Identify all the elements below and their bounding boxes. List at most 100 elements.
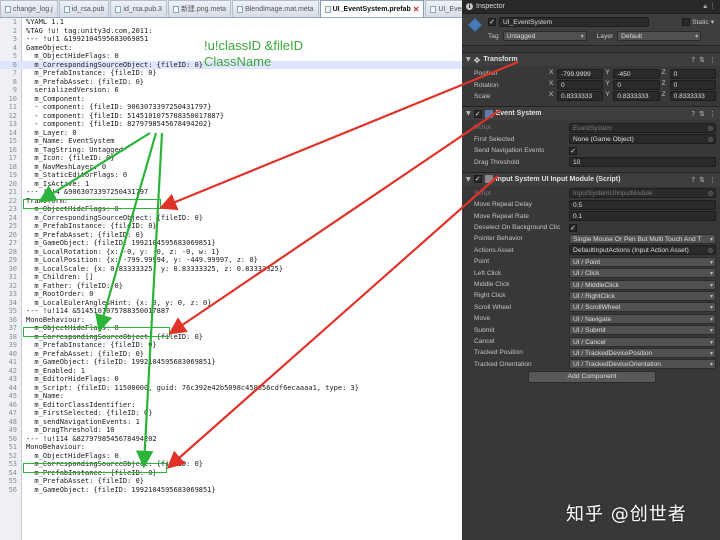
action-reference-dropdown[interactable]: UI / Cancel [569, 336, 716, 347]
editor-content[interactable]: 1 %YAML 1.1 2 %TAG !u! tag:unity3d.com,2011… [0, 18, 462, 494]
script-label: Script [474, 189, 491, 197]
transform-y-field[interactable]: 0 [613, 80, 660, 91]
inspector-tab[interactable]: i Inspector 🔒︎ ⋮ [462, 0, 720, 14]
actions-asset-field[interactable]: DefaultInputActions (Input Action Asset) [569, 245, 716, 256]
axis-label-x: X [549, 80, 554, 88]
repeat-rate-field[interactable]: 0.1 [569, 211, 716, 222]
layer-dropdown[interactable]: Default [617, 31, 702, 41]
line-text: GameObject: [26, 43, 73, 52]
help-icon[interactable]: ? [691, 176, 695, 184]
transform-y-field[interactable]: 0.8333333 [613, 91, 660, 102]
axis-label-x: X [549, 68, 554, 76]
drag-threshold-field[interactable]: 10 [569, 157, 716, 168]
preset-icon[interactable]: ⇅ [699, 56, 705, 64]
transform-x-field[interactable]: 0 [557, 80, 604, 91]
line-number: 49 [8, 426, 17, 434]
event-system-enabled-checkbox[interactable]: ✓ [473, 109, 482, 118]
action-row: Submit UI / Submit [462, 324, 720, 336]
static-checkbox[interactable] [682, 18, 691, 26]
gameobject-active-checkbox[interactable]: ✓ [488, 18, 496, 26]
action-reference-dropdown[interactable]: UI / MiddleClick [569, 279, 716, 290]
repeat-rate-row: Move Repeat Rate 0.1 [462, 211, 720, 222]
deselect-checkbox[interactable]: ✓ [569, 223, 577, 232]
preset-icon[interactable]: ⇅ [699, 176, 705, 184]
action-reference-dropdown[interactable]: UI / RightClick [569, 290, 716, 301]
actions-asset-row: Actions Asset DefaultInputActions (Input… [462, 245, 720, 256]
editor-tab[interactable]: id_rsa.pub.3 [110, 0, 167, 17]
input-module-enabled-checkbox[interactable]: ✓ [473, 175, 482, 184]
file-icon [63, 5, 70, 13]
action-row: Right Click UI / RightClick [462, 290, 720, 301]
line-number: 43 [8, 375, 17, 383]
transform-x-field[interactable]: -799.9999 [557, 68, 604, 79]
close-tab-icon[interactable]: ✕ [413, 1, 420, 18]
transform-z-field[interactable]: 0 [669, 68, 716, 79]
line-text: m_StaticEditorFlags: 0 [26, 171, 128, 179]
action-reference-dropdown[interactable]: UI / Point [569, 256, 716, 267]
line-number: 17 [8, 154, 17, 162]
line-number: 34 [8, 298, 17, 307]
line-text: m_Layer: 0 [26, 128, 77, 137]
code-line: 43 m_EditorHideFlags: 0 [0, 375, 462, 384]
add-component-button[interactable]: Add Component [528, 371, 656, 383]
input-module-component-header[interactable]: ▼ ✓ Input System UI Input Module (Script… [462, 171, 720, 186]
transform-z-field[interactable]: 0 [669, 80, 716, 91]
transform-y-field[interactable]: -450 [613, 68, 660, 79]
text-editor: change_log.j id_rsa.pub id_rsa.pub.3 新建.png… [0, 0, 462, 540]
gameobject-name-field[interactable]: UI_EventSystem [499, 17, 649, 27]
action-reference-dropdown[interactable]: UI / ScrollWheel [569, 302, 716, 313]
line-number: 40 [8, 349, 17, 358]
editor-tab[interactable]: BlendImage.mat.meta [232, 0, 319, 17]
transform-z-field[interactable]: 0.8333333 [669, 91, 716, 102]
editor-tab[interactable]: id_rsa.pub [58, 0, 110, 17]
lock-icon[interactable]: 🔒︎ ⋮ [703, 2, 716, 11]
more-icon[interactable]: ⋮ [709, 176, 716, 184]
help-icon[interactable]: ? [691, 56, 695, 64]
pointer-behavior-dropdown[interactable]: Single Mouse Or Pen But Multi Touch And … [569, 233, 716, 244]
unity-inspector: i Inspector 🔒︎ ⋮ ✓ UI_EventSystem Static… [462, 0, 720, 540]
line-number: 25 [8, 222, 17, 230]
line-number: 47 [8, 409, 17, 417]
action-reference-dropdown[interactable]: UI / Click [569, 268, 716, 279]
action-row: Cancel UI / Cancel [462, 336, 720, 347]
first-selected-field[interactable]: None (Game Object) [569, 134, 716, 145]
event-system-component-header[interactable]: ▼ ✓ Event System ? ⇅ ⋮ [462, 106, 720, 121]
send-navigation-checkbox[interactable]: ✓ [569, 146, 577, 155]
line-text: m_Enabled: 1 [26, 366, 86, 375]
line-number: 35 [8, 307, 17, 315]
first-selected-row: First Selected None (Game Object) [462, 134, 720, 145]
editor-tab[interactable]: 新建.png.meta [167, 0, 232, 17]
editor-tab[interactable]: UI_Even [425, 0, 462, 17]
transform-component-header[interactable]: ▼ ✥ Transform ? ⇅ ⋮ [462, 52, 720, 66]
tag-dropdown[interactable]: Untagged [502, 31, 587, 41]
line-number: 44 [8, 383, 17, 392]
line-number: 55 [8, 477, 17, 485]
code-line: 51 MonoBehaviour: [0, 443, 462, 452]
more-icon[interactable]: ⋮ [709, 56, 716, 64]
code-line: 34 m_LocalEulerAnglesHint: {x: 0, y: 0, … [0, 299, 462, 308]
transform-icon: ✥ [473, 55, 481, 65]
action-label: Scroll Wheel [474, 303, 512, 311]
more-icon[interactable]: ⋮ [709, 110, 716, 118]
line-text: m_FirstSelected: {fileID: 0} [26, 409, 153, 417]
transform-x-field[interactable]: 0.8333333 [557, 91, 604, 102]
code-line: 8 m_PrefabAsset: {fileID: 0} [0, 78, 462, 87]
file-icon [115, 5, 122, 13]
axis-label-z: Z [661, 91, 666, 99]
code-line: 35 --- !u!114 &5145101075788350017887 [0, 307, 462, 316]
line-number: 33 [8, 290, 17, 298]
help-icon[interactable]: ? [691, 110, 695, 118]
action-reference-dropdown[interactable]: UI / TrackedDeviceOrientation [569, 359, 716, 370]
action-reference-dropdown[interactable]: UI / Navigate [569, 313, 716, 324]
preset-icon[interactable]: ⇅ [699, 110, 705, 118]
action-reference-dropdown[interactable]: UI / Submit [569, 325, 716, 336]
action-reference-dropdown[interactable]: UI / TrackedDevicePosition [569, 347, 716, 358]
editor-tab[interactable]: UI_EventSystem.prefab ✕ [319, 0, 425, 18]
line-number: 54 [8, 468, 17, 477]
line-text: m_PrefabInstance: {fileID: 0} [26, 341, 157, 349]
editor-tab[interactable]: change_log.j [0, 0, 58, 17]
code-line: 9 serializedVersion: 6 [0, 86, 462, 95]
axis-label-z: Z [661, 68, 666, 76]
repeat-delay-field[interactable]: 0.5 [569, 199, 716, 210]
line-number: 5 [12, 52, 17, 60]
